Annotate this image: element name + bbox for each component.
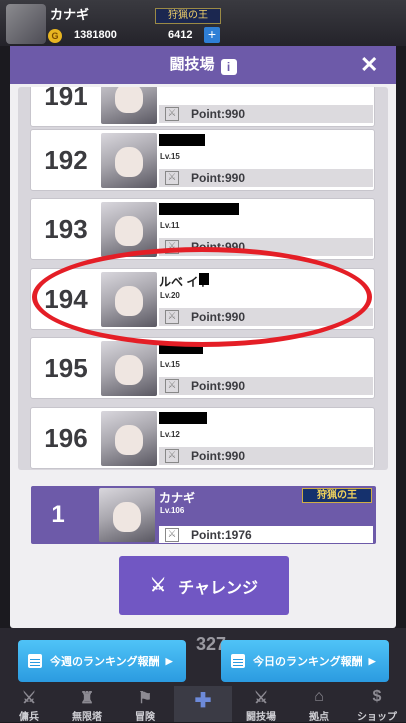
redacted-name: [159, 203, 239, 215]
modal-header: 闘技場 i: [10, 46, 396, 84]
bottom-nav: ⚔ 傭兵 ♜ 無限塔 ⚑ 冒険 ✚ ⚔ 闘技場 ⌂ 拠点 $ ショップ: [0, 686, 406, 723]
point-value: Point:990: [191, 379, 246, 393]
sword-icon: ⚔: [165, 379, 179, 393]
highlight-ellipse: [32, 247, 372, 347]
weekly-reward-button[interactable]: 今週のランキング報酬 ▶: [18, 640, 186, 682]
point-bar: ⚔ Point:990: [159, 447, 373, 465]
character-portrait: [101, 341, 157, 396]
player-name: カナギ: [50, 7, 90, 22]
adventure-icon: ⚑: [137, 690, 153, 707]
add-gems-button[interactable]: +: [204, 27, 220, 43]
rank-number: 1: [51, 501, 65, 528]
player-level: Lv.15: [160, 360, 180, 369]
player-avatar[interactable]: [6, 4, 46, 44]
arrow-right-icon: ▶: [368, 655, 376, 666]
sword-icon: ⚔: [165, 449, 179, 463]
character-portrait: [99, 488, 155, 542]
nav-tower[interactable]: ♜ 無限塔: [58, 686, 116, 723]
plus-icon: ✚: [194, 690, 212, 712]
player-title-badge: 狩猟の王: [155, 8, 221, 24]
redacted-name: [159, 134, 205, 146]
point-value: Point:990: [191, 107, 246, 121]
point-bar: ⚔ Point:990: [159, 105, 373, 123]
character-portrait: [101, 87, 157, 124]
sword-icon: ⚔: [165, 528, 179, 542]
tower-icon: ♜: [79, 690, 95, 707]
point-value: Point:990: [191, 449, 246, 463]
player-level: Lv.12: [160, 430, 180, 439]
character-portrait: [101, 133, 157, 188]
calendar-icon: [231, 654, 245, 668]
nav-adventure[interactable]: ⚑ 冒険: [116, 686, 174, 723]
sword-icon: ⚔: [165, 171, 179, 185]
gold-amount: 1381800: [74, 29, 117, 41]
player-name: カナギ: [159, 491, 196, 505]
sword-icon: ⚔: [150, 575, 167, 595]
nav-label: ショップ: [357, 712, 397, 723]
challenge-button[interactable]: ⚔ チャレンジ: [119, 556, 289, 615]
nav-base[interactable]: ⌂ 拠点: [290, 686, 348, 723]
rank-number: 192: [44, 145, 88, 175]
nav-label: 冒険: [135, 712, 155, 723]
ranking-row[interactable]: 192 Lv.15 ⚔ Point:990: [30, 129, 375, 191]
character-portrait: [101, 411, 157, 466]
gold-coin-icon: G: [48, 29, 62, 43]
player-level: Lv.11: [160, 221, 180, 230]
base-icon: ⌂: [314, 688, 324, 705]
gem-amount: 6412: [168, 29, 193, 41]
nav-label: 傭兵: [19, 712, 39, 723]
modal-title: 闘技場: [169, 56, 215, 73]
ranking-row[interactable]: 191 ⚔ Point:990: [30, 87, 375, 127]
point-bar: ⚔ Point:990: [159, 377, 373, 395]
rank-number: 191: [44, 87, 88, 111]
daily-reward-label: 今日のランキング報酬: [253, 656, 363, 668]
weekly-reward-label: 今週のランキング報酬: [50, 656, 160, 668]
nav-label: 拠点: [309, 712, 329, 723]
mercenary-icon: ⚔: [21, 690, 37, 707]
player-status-bar: カナギ 狩猟の王 G 1381800 6412 +: [0, 0, 406, 46]
calendar-icon: [28, 654, 42, 668]
rank-number: 193: [44, 214, 88, 244]
arena-icon: ⚔: [253, 690, 269, 707]
sword-icon: ⚔: [165, 107, 179, 121]
info-icon[interactable]: i: [220, 59, 237, 75]
nav-mercenary[interactable]: ⚔ 傭兵: [0, 686, 58, 723]
rank-number: 195: [44, 353, 88, 383]
nav-label: 闘技場: [246, 712, 276, 723]
point-bar: ⚔ Point:990: [159, 169, 373, 187]
ranking-row[interactable]: 196 Lv.12 ⚔ Point:990: [30, 407, 375, 469]
redacted-name: [159, 412, 207, 424]
arrow-right-icon: ▶: [165, 655, 173, 666]
shop-icon: $: [372, 688, 382, 705]
title-badge: 狩猟の王: [302, 488, 372, 503]
nav-arena[interactable]: ⚔ 闘技場: [232, 686, 290, 723]
point-value: Point:990: [191, 171, 246, 185]
nav-home[interactable]: ✚: [174, 686, 232, 722]
player-level: Lv.15: [160, 152, 180, 161]
nav-shop[interactable]: $ ショップ: [348, 686, 406, 723]
point-bar: ⚔ Point:1976: [159, 526, 373, 543]
close-icon[interactable]: ✕: [360, 54, 384, 76]
daily-reward-button[interactable]: 今日のランキング報酬 ▶: [221, 640, 389, 682]
player-level: Lv.106: [160, 506, 185, 515]
rank-number: 196: [44, 423, 88, 453]
point-value: Point:1976: [191, 528, 252, 542]
my-ranking-row: 1 カナギ Lv.106 狩猟の王 ⚔ Point:1976: [31, 486, 376, 544]
nav-label: 無限塔: [72, 712, 102, 723]
challenge-label: チャレンジ: [178, 579, 258, 597]
